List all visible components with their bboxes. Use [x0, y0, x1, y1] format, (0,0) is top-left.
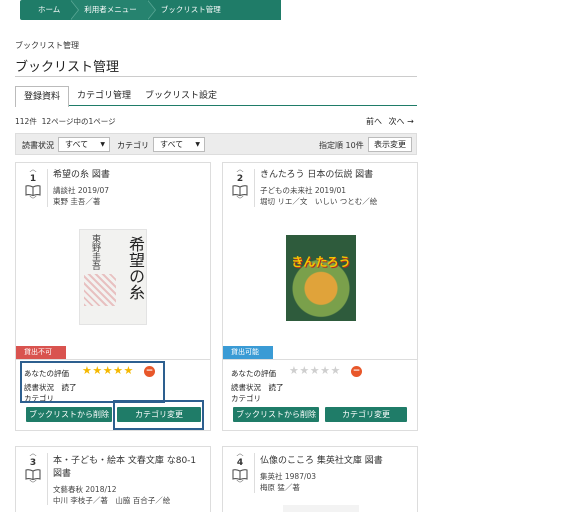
- book-title-line2: 図書: [53, 469, 72, 479]
- reading-status-select[interactable]: すべて ▼: [58, 137, 110, 152]
- book-title[interactable]: 本・子ども・絵本 文春文庫 な80-1 図書: [53, 455, 196, 481]
- card-order-controls: ︿ 1 ﹀: [22, 165, 44, 204]
- cover-title-text: きんたろう: [291, 255, 351, 269]
- card-separator: [254, 453, 255, 493]
- book-title-line1: 本・子ども・絵本 文春文庫 な80-1: [53, 456, 197, 466]
- title-divider: [15, 76, 417, 77]
- card-separator: [47, 453, 48, 505]
- book-cover-image[interactable]: [283, 505, 359, 512]
- breadcrumb-bar: ホーム 利用者メニュー ブックリスト管理: [0, 0, 564, 20]
- breadcrumb-home[interactable]: ホーム: [20, 0, 80, 20]
- rating-label: あなたの評価: [231, 369, 276, 378]
- book-card: ︿ 3 ﹀ 本・子ども・絵本 文春文庫 な80-1 図書 文藝春秋 2018/1…: [15, 446, 211, 512]
- remove-from-booklist-button[interactable]: ブックリストから削除: [26, 407, 112, 422]
- book-publisher: 子どもの未来社 2019/01: [260, 186, 347, 195]
- book-icon: [25, 469, 41, 480]
- prev-page-link[interactable]: 前へ: [366, 117, 382, 126]
- highlight-box-category-button: [113, 400, 204, 430]
- book-author: 東野 圭吾／著: [53, 197, 101, 206]
- book-publisher: 講談社 2019/07: [53, 186, 110, 195]
- book-title[interactable]: きんたろう 日本の伝説 図書: [260, 169, 373, 182]
- book-icon: [232, 469, 248, 480]
- card-order-controls: ︿ 4 ﹀: [229, 449, 251, 488]
- reading-status-text: 読書状況 読了: [231, 383, 284, 392]
- move-up-icon[interactable]: ︿: [22, 449, 44, 457]
- pager: 前へ 次へ →: [366, 116, 418, 127]
- move-down-icon[interactable]: ﹀: [22, 196, 44, 204]
- book-title[interactable]: 希望の糸 図書: [53, 169, 110, 182]
- card-number: 2: [236, 174, 244, 184]
- card-separator: [47, 169, 48, 207]
- reading-status-value: すべて: [65, 140, 89, 149]
- card-number: 1: [29, 174, 37, 184]
- book-publisher: 集英社 1987/03: [260, 472, 317, 481]
- book-author: 梅原 猛／著: [260, 483, 300, 492]
- book-icon: [25, 185, 41, 196]
- tab-booklist-settings[interactable]: ブックリスト設定: [141, 86, 221, 106]
- book-author: 堀切 リエ／文 いしい つとむ／絵: [260, 197, 378, 206]
- card-divider: [223, 359, 417, 360]
- status-badge: 貸出不可: [16, 346, 66, 359]
- result-count: 112件 12ページ中の1ページ: [15, 116, 116, 127]
- next-page-link[interactable]: 次へ →: [389, 117, 414, 126]
- status-badge: 貸出可能: [223, 346, 273, 359]
- move-down-icon[interactable]: ﹀: [22, 480, 44, 488]
- status-badge-label: 貸出可能: [231, 348, 259, 356]
- card-number: 4: [236, 458, 244, 468]
- cover-illustration: [286, 235, 356, 321]
- page-subtitle: ブックリスト管理: [15, 41, 79, 50]
- move-up-icon[interactable]: ︿: [22, 165, 44, 173]
- card-order-controls: ︿ 3 ﹀: [22, 449, 44, 488]
- tab-category-management[interactable]: カテゴリ管理: [71, 86, 137, 106]
- move-up-icon[interactable]: ︿: [229, 449, 251, 457]
- move-up-icon[interactable]: ︿: [229, 165, 251, 173]
- result-pages: 12ページ中の1ページ: [41, 117, 116, 126]
- change-category-button[interactable]: カテゴリ変更: [325, 407, 407, 422]
- category-label: カテゴリ: [117, 141, 149, 150]
- cover-author-text: 東野圭吾: [90, 234, 100, 270]
- remove-from-booklist-button[interactable]: ブックリストから削除: [233, 407, 319, 422]
- tab-bar: 登録資料 カテゴリ管理 ブックリスト設定: [15, 86, 417, 107]
- book-card: ︿ 4 ﹀ 仏像のこころ 集英社文庫 図書 集英社 1987/03 梅原 猛／著: [222, 446, 418, 512]
- book-publisher: 文藝春秋 2018/12: [53, 485, 117, 494]
- page-title: ブックリスト管理: [15, 60, 120, 75]
- cover-title-text: 希望の糸: [126, 236, 145, 300]
- book-author: 中川 李枝子／著 山脇 百合子／絵: [53, 496, 171, 505]
- move-down-icon[interactable]: ﹀: [229, 196, 251, 204]
- category-text: カテゴリ: [231, 394, 261, 403]
- cover-decoration: [84, 274, 116, 306]
- chevron-down-icon: ▼: [100, 141, 105, 148]
- book-card: ︿ 2 ﹀ きんたろう 日本の伝説 図書 子どもの未来社 2019/01 堀切 …: [222, 162, 418, 431]
- move-down-icon[interactable]: ﹀: [229, 480, 251, 488]
- tab-registered-items[interactable]: 登録資料: [15, 86, 69, 107]
- filter-bar: 読書状況 すべて ▼ カテゴリ すべて ▼ 指定順 10件 表示変更: [15, 133, 417, 155]
- result-total: 112件: [15, 117, 37, 126]
- breadcrumb: ホーム 利用者メニュー ブックリスト管理: [20, 0, 281, 20]
- category-select[interactable]: すべて ▼: [153, 137, 205, 152]
- rating-stars[interactable]: ★★★★★: [289, 364, 341, 377]
- remove-rating-icon[interactable]: −: [351, 366, 362, 377]
- breadcrumb-current: ブックリスト管理: [146, 0, 281, 20]
- book-title[interactable]: 仏像のこころ 集英社文庫 図書: [260, 455, 383, 468]
- status-badge-label: 貸出不可: [24, 348, 52, 356]
- card-divider: [16, 359, 210, 360]
- book-card: ︿ 1 ﹀ 希望の糸 図書 講談社 2019/07 東野 圭吾／著 希望の糸 東…: [15, 162, 211, 431]
- book-cover-image[interactable]: 希望の糸 東野圭吾: [79, 229, 147, 325]
- display-change-button[interactable]: 表示変更: [368, 137, 412, 152]
- card-number: 3: [29, 458, 37, 468]
- book-icon: [232, 185, 248, 196]
- sort-label: 指定順 10件: [319, 141, 364, 150]
- card-separator: [254, 169, 255, 207]
- chevron-down-icon: ▼: [195, 141, 200, 148]
- highlight-box-rating: [20, 361, 165, 403]
- card-order-controls: ︿ 2 ﹀: [229, 165, 251, 204]
- reading-status-label: 読書状況: [22, 141, 54, 150]
- category-value: すべて: [160, 140, 184, 149]
- breadcrumb-user-menu[interactable]: 利用者メニュー: [70, 0, 156, 20]
- book-cover-image[interactable]: きんたろう: [286, 235, 356, 321]
